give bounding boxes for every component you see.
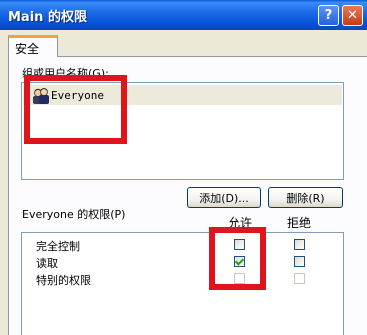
window-title: Main 的权限 [8, 10, 87, 25]
title-bar[interactable]: Main 的权限 ? ✕ [0, 0, 367, 30]
permission-row-full-control: 完全控制 [36, 240, 80, 253]
remove-button[interactable]: 删除(R) [268, 187, 343, 208]
annotation-highlight-everyone [24, 75, 127, 144]
permission-row-read: 读取 [36, 257, 58, 270]
tab-security[interactable]: 安全 [8, 35, 58, 57]
deny-full-control-checkbox[interactable] [294, 239, 305, 250]
deny-read-checkbox[interactable] [294, 256, 305, 267]
permissions-dialog: Main 的权限 ? ✕ 安全 组或用户名称(G): Everyone 添加(D… [0, 0, 367, 335]
tab-security-label: 安全 [15, 42, 40, 56]
help-button[interactable]: ? [318, 5, 339, 26]
deny-header: 拒绝 [287, 216, 312, 230]
add-button[interactable]: 添加(D)... [187, 187, 261, 208]
annotation-highlight-allow [209, 227, 266, 290]
close-button[interactable]: ✕ [342, 5, 363, 26]
close-icon: ✕ [347, 8, 358, 23]
help-icon: ? [324, 8, 333, 23]
permission-row-special: 特别的权限 [36, 274, 91, 287]
deny-special-checkbox [294, 273, 305, 284]
permissions-label: Everyone 的权限(P) [22, 208, 126, 221]
